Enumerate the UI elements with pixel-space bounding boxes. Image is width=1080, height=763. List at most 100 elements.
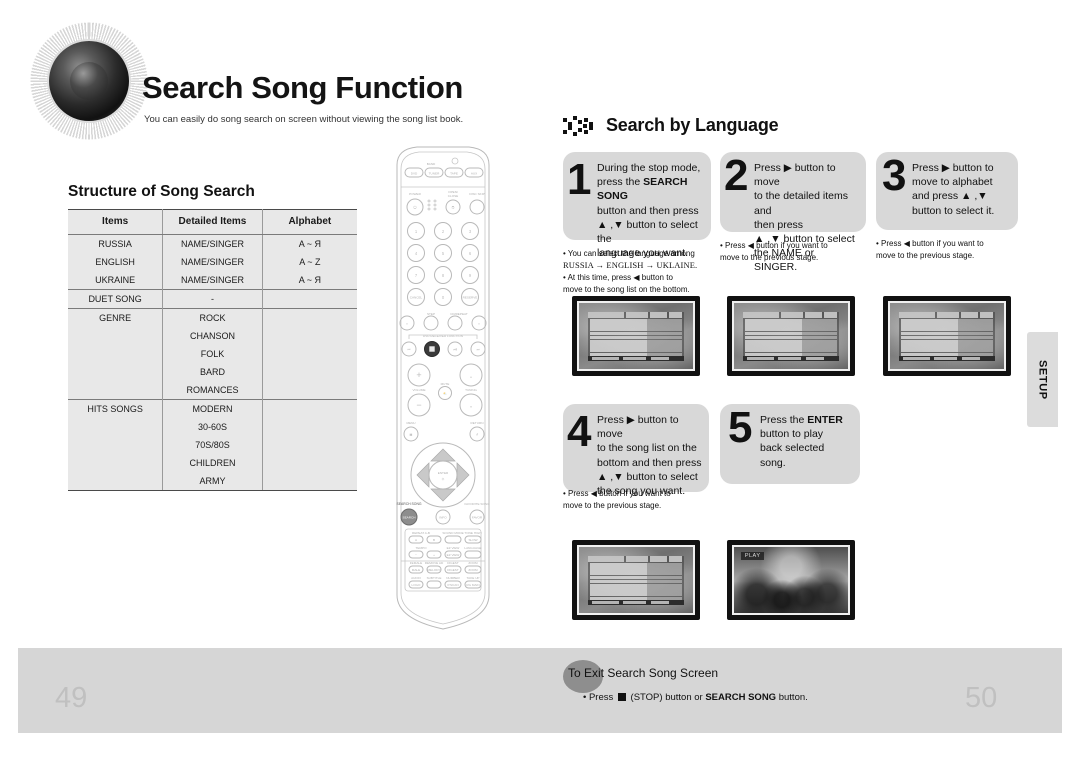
song-list-row: [901, 319, 993, 323]
svg-text:DIGEST: DIGEST: [447, 561, 459, 565]
step-text-segment: button and then press: [597, 204, 699, 217]
table-row: CHANSON: [68, 327, 357, 345]
svg-text:▦: ▦: [410, 433, 413, 437]
setup-side-tab[interactable]: SETUP: [1027, 332, 1058, 427]
svg-text:0: 0: [442, 295, 445, 300]
song-list-row: [590, 348, 682, 352]
svg-text:AUX: AUX: [471, 172, 477, 176]
svg-text:⏭: ⏭: [477, 348, 480, 352]
svg-text:MUTE: MUTE: [441, 382, 450, 386]
exit-note-mid: (STOP) button or: [627, 692, 706, 703]
step-number: 2: [724, 151, 749, 200]
note-line: • Press ◀ button if you want to: [563, 489, 671, 498]
svg-text:CANCEL: CANCEL: [410, 296, 423, 300]
svg-text:−: −: [416, 400, 421, 410]
svg-text:SLOW: SLOW: [468, 538, 477, 542]
cell-items: [68, 327, 164, 345]
svg-text:7: 7: [415, 273, 418, 278]
page-subtitle: You can easily do song search on screen …: [144, 114, 464, 125]
song-list-row: [901, 335, 993, 340]
manual-page: Search Song Function You can easily do s…: [0, 0, 1080, 763]
tv-screen-content: [732, 301, 850, 371]
svg-text:EZ VIEW: EZ VIEW: [447, 546, 460, 550]
svg-text:⎊: ⎊: [451, 205, 455, 210]
setup-tab-label: SETUP: [1036, 359, 1049, 400]
cell-items: [68, 454, 164, 472]
exit-section-note: • Press (STOP) button or SEARCH SONG but…: [583, 692, 808, 703]
step-5-tv-screenshot: PLAY: [727, 540, 855, 620]
cell-detailed: BARD: [162, 363, 263, 381]
song-list-panel: [588, 556, 684, 606]
svg-text:CD/REPEAT: CD/REPEAT: [450, 312, 468, 316]
step-text-line: to the detailed items and: [754, 189, 860, 217]
table-row: CHILDREN: [68, 454, 357, 472]
svg-text:FEMALE: FEMALE: [410, 561, 422, 565]
svg-text:⏻: ⏻: [413, 205, 417, 210]
step-text-line: button and then press: [597, 204, 705, 218]
song-list-row: [901, 327, 993, 331]
step-text-segment: back selected: [760, 442, 825, 455]
menu-hint-bar: [588, 599, 684, 606]
svg-text:⏯❙: ⏯❙: [453, 348, 456, 352]
menu-tab: [626, 556, 648, 563]
exit-note-post: button.: [776, 692, 808, 703]
song-list-panel: [899, 312, 995, 362]
page-title: Search Song Function: [142, 70, 463, 105]
svg-text:»: »: [478, 322, 480, 326]
menu-hint: [902, 356, 930, 360]
menu-tab-bar: [588, 556, 684, 563]
cell-detailed: 70S/80S: [162, 436, 263, 454]
song-list-row: [590, 340, 682, 344]
song-list-row: [590, 575, 682, 580]
song-list-row: [901, 344, 993, 348]
page-footer: [18, 648, 1062, 733]
step-text: Press the ENTER button to play back select…: [760, 413, 854, 470]
menu-hint-bar: [588, 355, 684, 362]
song-list-panel: [588, 312, 684, 362]
table-row: GENRE ROCK: [68, 308, 357, 327]
menu-tab-bar: [899, 312, 995, 319]
cell-items: DUET SONG: [68, 289, 164, 309]
svg-text:⎆: ⎆: [442, 477, 445, 481]
note-line: move to the previous stage.: [720, 253, 819, 262]
page-number-left: 49: [55, 682, 88, 714]
play-status-badge: PLAY: [740, 552, 765, 561]
step-3-notes: • Press ◀ button if you want to move to t…: [876, 238, 1026, 262]
svg-text:«: «: [406, 322, 408, 326]
svg-text:LOGO: LOGO: [412, 583, 422, 587]
svg-text:FAVOR: FAVOR: [472, 516, 483, 520]
cell-alphabet: [261, 418, 357, 436]
tv-screen-content: [888, 301, 1006, 371]
cell-items: UKRAINE: [68, 271, 164, 290]
song-list-row: [901, 323, 993, 327]
svg-text:LANGUAGE: LANGUAGE: [464, 546, 481, 550]
menu-tab: [979, 312, 994, 319]
song-list-row: [590, 579, 682, 584]
svg-text:A: A: [415, 538, 418, 542]
cell-items: [68, 363, 164, 381]
song-list-row: [745, 348, 837, 352]
svg-text:6: 6: [469, 251, 472, 256]
cell-detailed: CHILDREN: [162, 454, 263, 472]
step-4-tv-screenshot: [572, 540, 700, 620]
structure-section-title: Structure of Song Search: [68, 183, 255, 200]
step-text-segment: ▲ ,▼ button to select: [597, 470, 698, 483]
page-number-right: 50: [965, 682, 998, 714]
step-text: Press ▶ button to move to the song list o…: [597, 413, 703, 498]
cell-detailed: -: [162, 289, 263, 309]
step-text-segment: ▲ ,▼ button to select the: [597, 218, 698, 246]
song-list-row: [590, 563, 682, 567]
menu-tab: [649, 312, 667, 319]
table-row: 30-60S: [68, 418, 357, 436]
step-text-segment: button to select it.: [912, 204, 995, 217]
cell-items: [68, 436, 164, 454]
svg-text:1: 1: [415, 229, 418, 234]
cell-alphabet: A ~ Z: [261, 253, 357, 271]
song-list-row: [901, 348, 993, 352]
note-line: • Press ◀ button if you want to: [876, 239, 984, 248]
cell-alphabet: A ~ Я: [261, 271, 357, 290]
svg-text:MALE: MALE: [412, 568, 420, 572]
cell-alphabet: [261, 399, 357, 418]
song-list-row: [590, 335, 682, 340]
svg-text:INFO: INFO: [439, 516, 447, 520]
